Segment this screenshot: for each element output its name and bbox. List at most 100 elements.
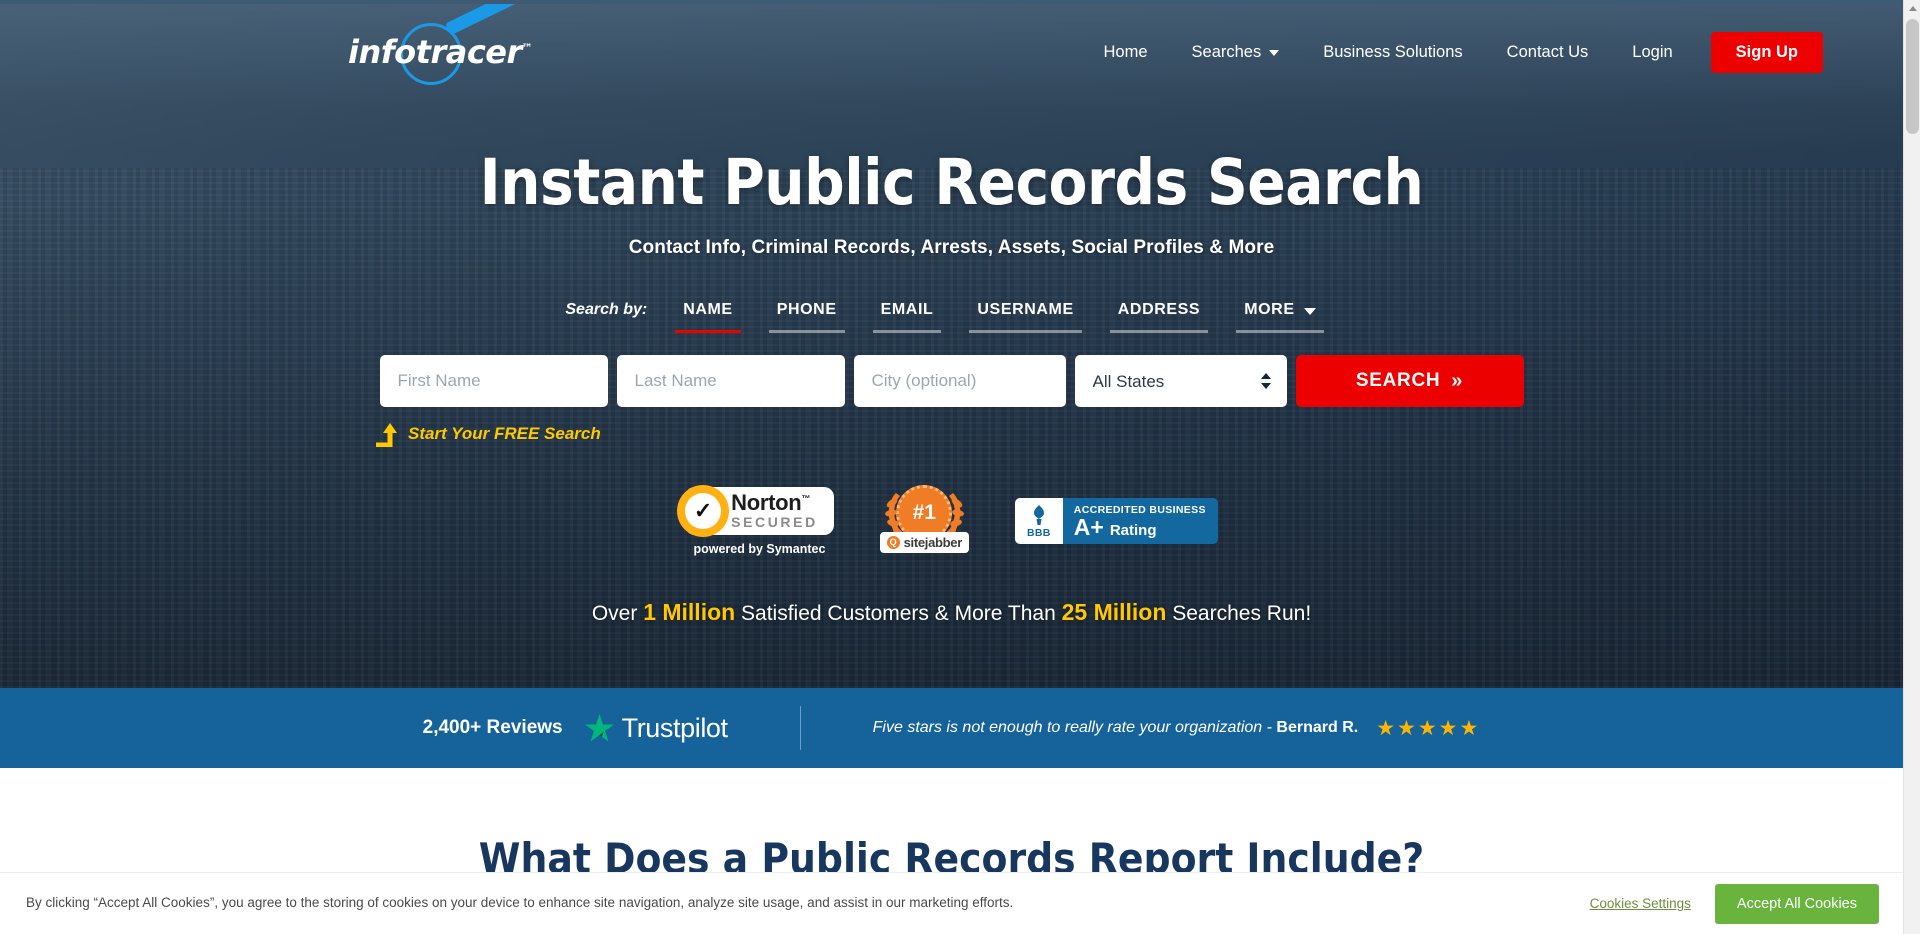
trustpilot-star-icon	[584, 714, 614, 742]
tab-username[interactable]: USERNAME	[955, 301, 1095, 333]
state-select[interactable]: All States	[1074, 355, 1287, 407]
tab-underline	[675, 330, 741, 333]
hero-subtitle: Contact Info, Criminal Records, Arrests,…	[628, 237, 1275, 258]
sign-up-button[interactable]: Sign Up	[1710, 31, 1823, 73]
tab-underline	[768, 330, 845, 333]
nav-item-login[interactable]: Login	[1610, 35, 1694, 70]
scrollbar-thumb[interactable]	[1906, 19, 1919, 134]
page-title: Instant Public Records Search	[479, 146, 1424, 219]
chevron-down-icon	[1269, 50, 1280, 56]
customer-stats: Over 1 Million Satisfied Customers & Mor…	[0, 599, 1903, 626]
tab-more[interactable]: MORE	[1222, 301, 1337, 333]
sitejabber-mark-icon: Q	[886, 536, 900, 549]
norton-name: Norton	[731, 490, 802, 516]
norton-wordmark: Norton™ SECURED	[731, 490, 818, 530]
tab-underline	[1109, 330, 1209, 333]
tab-label: ADDRESS	[1117, 301, 1201, 318]
bbb-short-label: BBB	[1026, 526, 1051, 539]
trustpilot-quote-text: Five stars is not enough to really rate …	[872, 719, 1277, 736]
tab-underline	[969, 330, 1082, 333]
bbb-accredited-badge: BBB ACCREDITED BUSINESS A+ Rating	[1014, 498, 1218, 544]
chevron-down-icon	[1303, 307, 1316, 315]
trustpilot-quote: Five stars is not enough to really rate …	[873, 719, 1359, 737]
sitejabber-label-chip: Q sitejabber	[879, 532, 969, 553]
city-input[interactable]	[853, 355, 1066, 407]
curved-arrow-up-icon	[370, 421, 398, 447]
nav-item-home[interactable]: Home	[1082, 35, 1170, 70]
norton-powered-by: powered by Symantec	[693, 541, 826, 556]
vertical-divider	[799, 706, 801, 750]
trustpilot-bar: 2,400+ Reviews Trustpilot Five stars is …	[0, 688, 1903, 768]
nav-item-label: Home	[1103, 42, 1148, 61]
search-by-label: Search by:	[565, 301, 648, 318]
page-scrollbar[interactable]	[1903, 0, 1920, 934]
nav-item-label: Login	[1632, 42, 1673, 61]
nav-item-label: Contact Us	[1506, 42, 1589, 61]
search-form: All States SEARCH »	[0, 355, 1903, 407]
tab-phone[interactable]: PHONE	[755, 301, 859, 333]
bbb-rating-word: Rating	[1109, 521, 1157, 539]
tab-label: EMAIL	[880, 301, 934, 318]
trustpilot-left[interactable]: 2,400+ Reviews Trustpilot	[423, 713, 728, 744]
trustpilot-right: Five stars is not enough to really rate …	[873, 718, 1481, 739]
tab-label: PHONE	[776, 301, 837, 318]
bbb-logo: BBB	[1014, 498, 1063, 544]
nav-item-label: Searches	[1191, 42, 1262, 61]
trustpilot-logo[interactable]: Trustpilot	[584, 712, 728, 744]
tab-email[interactable]: EMAIL	[859, 301, 956, 333]
tab-label: NAME	[683, 301, 733, 318]
first-name-input[interactable]	[379, 355, 608, 407]
norton-secured-line: SECURED	[731, 513, 818, 530]
tab-underline	[1236, 330, 1324, 333]
tab-name[interactable]: NAME	[661, 301, 755, 333]
stats-prefix: Over	[591, 602, 644, 625]
norton-tm: ™	[801, 493, 811, 504]
sitejabber-badge: #1 Q sitejabber	[879, 483, 969, 559]
sitejabber-name: sitejabber	[903, 535, 963, 550]
tab-label: MORE	[1244, 301, 1295, 318]
bbb-grade: A+	[1073, 513, 1104, 540]
magnifier-handle-icon	[445, 0, 520, 36]
accept-all-cookies-button[interactable]: Accept All Cookies	[1714, 883, 1879, 924]
tab-label: USERNAME	[977, 301, 1074, 318]
logo-trademark: ™	[521, 41, 533, 55]
state-select-wrapper: All States	[1074, 355, 1287, 407]
norton-secured-badge: ✓ Norton™ SECURED powered by Symantec	[677, 484, 834, 556]
page-root: infotracer™ Home Searches Business Solut…	[0, 0, 1903, 934]
search-type-tabs: Search by: NAME PHONE EMAIL USERNAME ADD…	[0, 301, 1903, 333]
norton-pill: ✓ Norton™ SECURED	[677, 484, 834, 537]
tab-address[interactable]: ADDRESS	[1096, 301, 1222, 333]
trustpilot-quote-author: Bernard R.	[1276, 719, 1359, 736]
cookies-settings-link[interactable]: Cookies Settings	[1590, 896, 1691, 911]
trustpilot-star-rating: ★★★★★	[1376, 716, 1481, 740]
browser-top-sliver	[0, 0, 1903, 4]
tab-underline	[872, 330, 942, 333]
nav-item-searches[interactable]: Searches	[1170, 35, 1302, 70]
last-name-input[interactable]	[616, 355, 845, 407]
scroll-up-arrow-icon[interactable]	[1904, 0, 1920, 17]
cookie-consent-banner: By clicking “Accept All Cookies”, you ag…	[0, 872, 1903, 934]
norton-check-icon: ✓	[677, 484, 730, 537]
stats-highlight-customers: 1 Million	[643, 599, 736, 625]
main-navigation: Home Searches Business Solutions Contact…	[1082, 31, 1823, 73]
cookie-banner-text: By clicking “Accept All Cookies”, you ag…	[26, 895, 1014, 911]
stats-suffix: Searches Run!	[1166, 602, 1312, 625]
site-logo[interactable]: infotracer™	[348, 0, 538, 85]
nav-item-contact-us[interactable]: Contact Us	[1485, 35, 1611, 70]
norton-check-glyph: ✓	[685, 492, 722, 529]
logo-text-info: info	[348, 33, 416, 71]
trustpilot-brand-name: Trustpilot	[621, 712, 728, 743]
trust-badges: ✓ Norton™ SECURED powered by Symantec #1…	[0, 483, 1903, 559]
trustpilot-review-count: 2,400+ Reviews	[422, 717, 563, 738]
stats-highlight-searches: 25 Million	[1061, 599, 1167, 625]
bbb-torch-icon	[1033, 504, 1044, 525]
nav-item-business-solutions[interactable]: Business Solutions	[1301, 35, 1484, 70]
site-header: infotracer™ Home Searches Business Solut…	[0, 0, 1903, 104]
logo-text: infotracer™	[348, 36, 533, 68]
norton-name-line: Norton™	[731, 490, 818, 516]
free-search-note: Start Your FREE Search	[370, 421, 1903, 447]
hero-section: infotracer™ Home Searches Business Solut…	[0, 0, 1903, 688]
free-search-label: Start Your FREE Search	[408, 424, 601, 443]
search-button[interactable]: SEARCH »	[1295, 355, 1524, 407]
cookie-banner-actions: Cookies Settings Accept All Cookies	[1590, 883, 1879, 924]
